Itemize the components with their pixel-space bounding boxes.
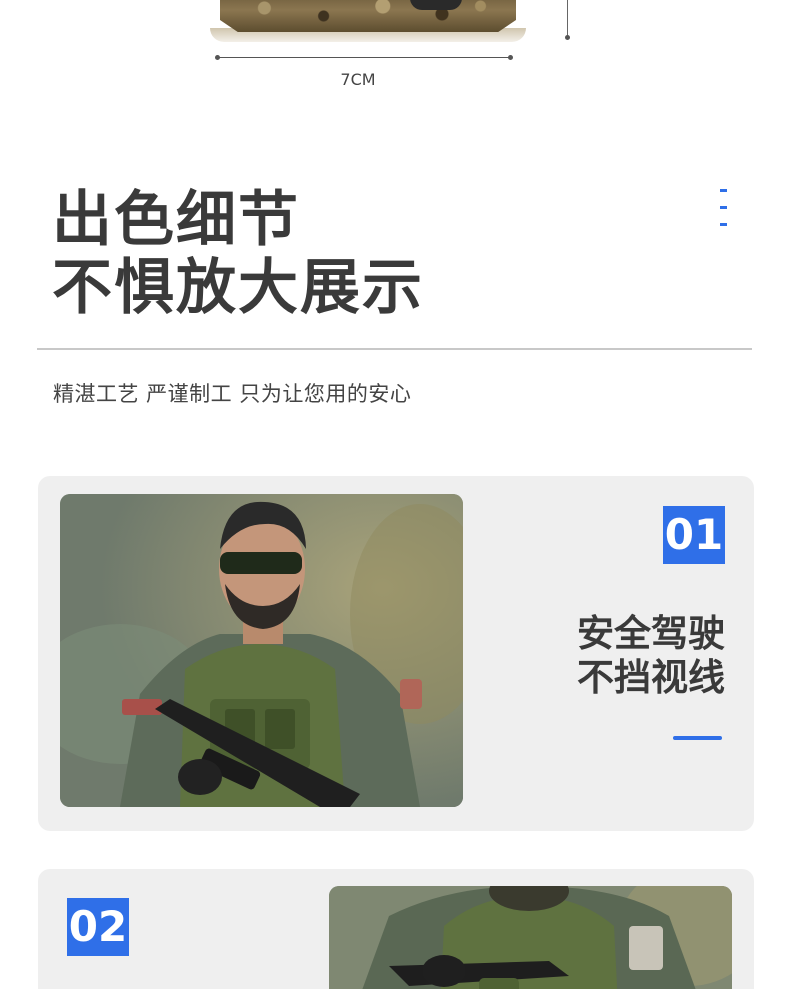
card-number-badge: 02 — [67, 898, 129, 956]
decorative-dashes — [720, 189, 728, 240]
heading-line-1: 出色细节 — [52, 185, 300, 255]
figure-base-illustration — [210, 0, 530, 60]
height-dimension-dot — [565, 35, 570, 40]
width-dimension-dot-left — [215, 55, 220, 60]
section-subtitle: 精湛工艺 严谨制工 只为让您用的安心 — [53, 382, 412, 406]
width-dimension-line — [217, 57, 511, 58]
height-dimension-line — [567, 0, 568, 37]
card-number-badge: 01 — [663, 506, 725, 564]
heading-divider — [37, 348, 752, 350]
dimension-label: 7CM — [340, 70, 376, 89]
base-foot — [410, 0, 462, 10]
soldier-figure-photo — [60, 494, 463, 807]
width-dimension-dot-right — [508, 55, 513, 60]
feature-card-1: 01 安全驾驶 不挡视线 — [38, 476, 754, 831]
heading-line-2: 不惧放大展示 — [52, 253, 424, 323]
card-title-line-1: 安全驾驶 — [577, 612, 725, 655]
feature-card-2: 02 — [38, 869, 754, 989]
base-top — [220, 0, 516, 32]
soldier-figure-photo — [329, 886, 732, 989]
card-title-line-2: 不挡视线 — [577, 656, 725, 699]
section-heading: 出色细节 不惧放大展示 — [52, 186, 424, 322]
card-accent-line — [673, 736, 722, 740]
card-title: 安全驾驶 不挡视线 — [577, 612, 725, 700]
